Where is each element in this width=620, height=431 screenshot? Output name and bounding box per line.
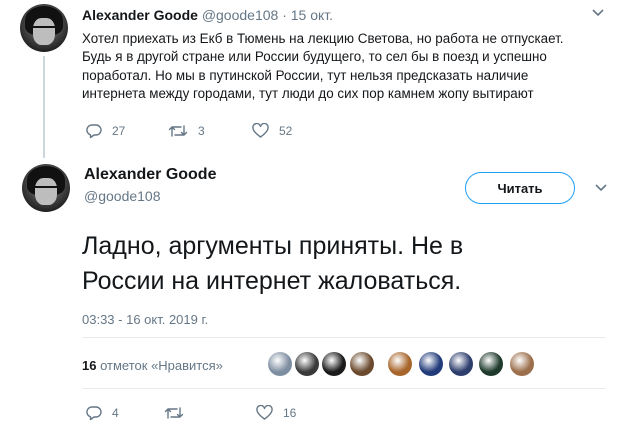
heart-icon [252, 123, 269, 138]
like-count: 16 [283, 406, 297, 420]
liker-avatar[interactable] [295, 352, 319, 376]
divider [82, 337, 606, 338]
tweet-text: Ладно, аргументы приняты. Не в России на… [82, 229, 602, 299]
retweet-icon [164, 407, 184, 419]
like-count: 52 [279, 124, 293, 138]
liker-avatar[interactable] [510, 352, 534, 376]
reply-count: 27 [112, 124, 126, 138]
liker-avatar[interactable] [350, 352, 374, 376]
liker-avatar[interactable] [479, 352, 503, 376]
liker-avatar[interactable] [268, 352, 292, 376]
avatar-face [35, 178, 57, 205]
author-handle[interactable]: @goode108 [84, 188, 161, 204]
liker-avatar[interactable] [449, 352, 473, 376]
tweet-text-line: России на интернет жаловаться. [82, 267, 462, 295]
reply-count: 4 [112, 406, 119, 420]
avatar-glasses [32, 25, 56, 32]
liker-avatar[interactable] [322, 352, 346, 376]
like-button[interactable]: 52 [252, 123, 292, 139]
tweet-text-line: Хотел приехать из Екб в Тюмень на лекцию… [82, 31, 564, 46]
author-name[interactable]: Alexander Goode [84, 166, 216, 184]
retweet-icon [168, 125, 188, 137]
tweet-header: Alexander Goode @goode108 · 15 окт. [82, 7, 333, 23]
reply-icon [86, 124, 102, 139]
likes-label: отметок «Нравится» [100, 358, 223, 373]
avatar-glasses [34, 185, 58, 192]
author-handle-and-date[interactable]: @goode108 · 15 окт. [202, 7, 333, 23]
heart-icon [256, 405, 273, 420]
tweet-text-line: Будь я в другой стране или России будуще… [82, 49, 547, 65]
reply-button[interactable]: 27 [86, 123, 125, 139]
like-button[interactable]: 16 [256, 405, 296, 421]
likes-summary[interactable]: 16 отметок «Нравится» [82, 358, 223, 373]
liker-avatar[interactable] [388, 352, 412, 376]
tweet-text-line: Ладно, аргументы приняты. Не в [82, 232, 464, 260]
retweet-count: 3 [198, 124, 205, 138]
retweet-button[interactable] [164, 405, 194, 421]
tweet-text-line: поработал. Но мы в путинской России, тут… [82, 67, 529, 83]
avatar-face [33, 18, 55, 45]
tweet-text: Хотел приехать из Екб в Тюмень на лекцию… [82, 30, 602, 103]
likes-number: 16 [82, 358, 97, 373]
avatar[interactable] [20, 4, 68, 52]
thread-connector-line [43, 56, 45, 158]
tweet-text-line: интернета между городами, тут люди до си… [82, 85, 534, 101]
author-name[interactable]: Alexander Goode [82, 7, 198, 23]
reply-button[interactable]: 4 [86, 405, 119, 421]
reply-icon [86, 406, 102, 421]
retweet-button[interactable]: 3 [168, 123, 205, 139]
chevron-down-icon[interactable] [592, 8, 604, 18]
tweet-timestamp[interactable]: 03:33 - 16 окт. 2019 г. [82, 312, 208, 327]
follow-button[interactable]: Читать [465, 172, 575, 204]
chevron-down-icon[interactable] [595, 183, 607, 193]
liker-avatar[interactable] [419, 352, 443, 376]
avatar[interactable] [22, 164, 70, 212]
divider [82, 388, 606, 389]
